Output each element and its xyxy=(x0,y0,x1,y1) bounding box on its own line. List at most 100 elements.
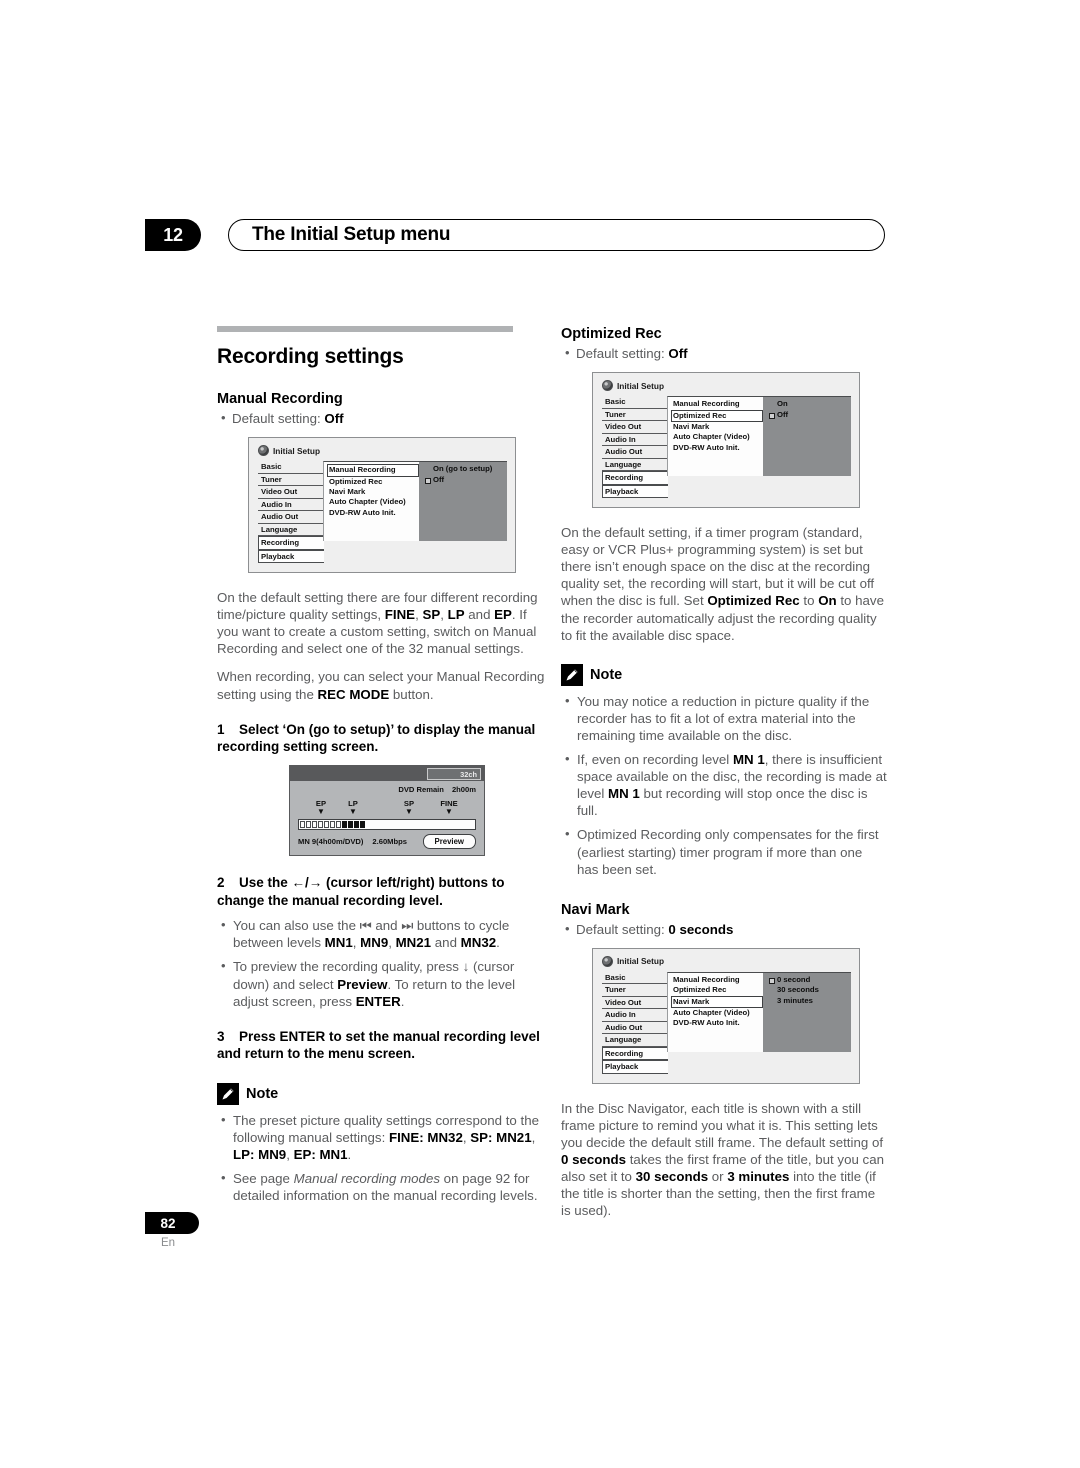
osd-screenshot-navi-mark: Initial Setup Basic Tuner Video Out Audi… xyxy=(592,947,860,1084)
disc-icon xyxy=(602,955,613,967)
note-header-right: Note xyxy=(561,663,887,686)
osd-option-30-seconds[interactable]: 30 seconds xyxy=(769,985,851,995)
scale-arrow-lp-icon: ▼ xyxy=(349,807,357,817)
osd-item-manual-recording[interactable]: Manual Recording xyxy=(671,975,763,985)
osd-category-video-out[interactable]: Video Out xyxy=(602,421,668,434)
bitrate-label: 2.60Mbps xyxy=(372,837,408,847)
section-rule xyxy=(217,326,513,332)
scale-arrow-sp-icon: ▼ xyxy=(405,807,413,817)
page-title: The Initial Setup menu xyxy=(252,224,451,245)
osd-category-language[interactable]: Language xyxy=(258,523,324,537)
note-right-item-2: If, even on recording level MN 1, there … xyxy=(561,750,887,819)
manual-level-label: MN 9(4h00m/DVD) xyxy=(298,837,364,847)
osd-category-language[interactable]: Language xyxy=(602,458,668,472)
osd-option-3-minutes[interactable]: 3 minutes xyxy=(769,996,851,1006)
osd-screenshot-manual-recording-level: 32ch DVD Remain 2h00m EP ▼ LP ▼ SP ▼ FINE… xyxy=(289,765,485,857)
disc-remain-label: DVD Remain xyxy=(398,785,444,795)
osd-item-navi-mark[interactable]: Navi Mark xyxy=(327,487,419,497)
level-segment xyxy=(324,821,329,829)
text-part: In the Disc Navigator, each title is sho… xyxy=(561,1100,884,1150)
osd-category-audio-out[interactable]: Audio Out xyxy=(602,446,668,459)
button-enter: ENTER xyxy=(355,993,401,1009)
right-column: Optimized Rec Default setting: Off Initi… xyxy=(561,326,887,1230)
osd-category-tuner[interactable]: Tuner xyxy=(602,984,668,997)
manual-page: 12 The Initial Setup menu Recording sett… xyxy=(0,0,1080,1468)
heading-manual-recording: Manual Recording xyxy=(217,391,343,407)
osd-option-off[interactable]: Off xyxy=(769,410,851,420)
osd-item-dvd-rw-auto-init[interactable]: DVD-RW Auto Init. xyxy=(671,1018,763,1028)
osd-category-video-out[interactable]: Video Out xyxy=(258,486,324,499)
osd-category-playback[interactable]: Playback xyxy=(602,1060,668,1074)
osd-title-row: Initial Setup xyxy=(258,445,507,457)
osd-category-language[interactable]: Language xyxy=(602,1034,668,1047)
osd-category-audio-in[interactable]: Audio In xyxy=(602,433,668,447)
pencil-icon xyxy=(217,1082,239,1105)
osd-item-dvd-rw-auto-init[interactable]: DVD-RW Auto Init. xyxy=(327,508,419,518)
value-30-seconds: 30 seconds xyxy=(635,1169,709,1185)
osd-item-navi-mark[interactable]: Navi Mark xyxy=(671,995,763,1008)
note-left-item-2: See page Manual recording modes on page … xyxy=(217,1169,550,1204)
osd-item-auto-chapter[interactable]: Auto Chapter (Video) xyxy=(327,497,419,507)
osd-item-optimized-rec[interactable]: Optimized Rec xyxy=(671,409,763,422)
text-part: and xyxy=(464,607,495,623)
osd-title-row: Initial Setup xyxy=(602,380,851,392)
preview-button[interactable]: Preview xyxy=(422,834,476,850)
osd-category-playback[interactable]: Playback xyxy=(602,484,668,499)
note-header-left: Note xyxy=(217,1082,550,1105)
osd-item-optimized-rec[interactable]: Optimized Rec xyxy=(671,985,763,995)
level-mn21: MN21 xyxy=(496,1129,532,1145)
osd-item-auto-chapter[interactable]: Auto Chapter (Video) xyxy=(671,1008,763,1018)
osd-category-audio-in[interactable]: Audio In xyxy=(258,498,324,512)
osd-item-auto-chapter[interactable]: Auto Chapter (Video) xyxy=(671,432,763,442)
language-code: En xyxy=(160,1237,176,1249)
osd-option-0-second[interactable]: 0 second xyxy=(769,975,851,985)
text-part: If, even on recording level xyxy=(577,752,733,768)
osd-category-recording[interactable]: Recording xyxy=(602,1046,668,1061)
osd-category-audio-out[interactable]: Audio Out xyxy=(258,511,324,524)
osd-category-video-out[interactable]: Video Out xyxy=(602,996,668,1010)
osd-category-basic[interactable]: Basic xyxy=(258,461,324,474)
osd-item-manual-recording[interactable]: Manual Recording xyxy=(327,464,419,477)
mode-fine: FINE xyxy=(384,607,416,623)
osd-category-recording[interactable]: Recording xyxy=(258,536,324,550)
recording-level-bar[interactable] xyxy=(298,819,476,831)
osd-option-on[interactable]: On xyxy=(769,399,851,409)
osd-item-list: Manual Recording Optimized Rec Navi Mark… xyxy=(323,461,419,542)
osd-category-tuner[interactable]: Tuner xyxy=(258,473,324,487)
level-segment xyxy=(300,821,305,829)
level-segment-filled xyxy=(342,821,347,829)
page-header: 12 The Initial Setup menu xyxy=(145,219,885,251)
note-right-item-3: Optimized Recording only compensates for… xyxy=(561,825,887,877)
osd-category-basic[interactable]: Basic xyxy=(602,396,668,409)
osd-item-navi-mark[interactable]: Navi Mark xyxy=(671,422,763,432)
osd-item-optimized-rec[interactable]: Optimized Rec xyxy=(327,477,419,487)
default-setting-label: Default setting: xyxy=(576,346,669,361)
osd-item-dvd-rw-auto-init[interactable]: DVD-RW Auto Init. xyxy=(671,443,763,453)
page-footer: 82 En xyxy=(145,1212,199,1249)
osd-category-recording[interactable]: Recording xyxy=(602,471,668,485)
osd-item-manual-recording[interactable]: Manual Recording xyxy=(671,399,763,409)
heading-navi-mark: Navi Mark xyxy=(561,901,630,918)
level-segment-filled xyxy=(360,821,365,829)
osd-category-audio-out[interactable]: Audio Out xyxy=(602,1021,668,1035)
osd-category-audio-in[interactable]: Audio In xyxy=(602,1009,668,1022)
level-mn1: MN1 xyxy=(319,1146,348,1162)
manual-recording-default-list: Default setting: Off xyxy=(217,409,550,427)
default-setting-value: Off xyxy=(324,411,344,426)
level-mn1: MN 1 xyxy=(608,786,640,802)
text-part: , xyxy=(286,1146,294,1162)
text-part: : xyxy=(250,1146,259,1162)
osd-category-tuner[interactable]: Tuner xyxy=(602,408,668,422)
navi-mark-default-list: Default setting: 0 seconds xyxy=(561,920,887,938)
osd-category-list: Basic Tuner Video Out Audio In Audio Out… xyxy=(602,971,668,1074)
osd-option-off[interactable]: Off xyxy=(425,475,507,485)
quality-scale-marks: EP ▼ LP ▼ SP ▼ FINE ▼ xyxy=(298,799,476,819)
text-part: . xyxy=(347,1146,352,1162)
osd-option-list: 0 second 30 seconds 3 minutes xyxy=(763,971,851,1052)
disc-remain-row: DVD Remain 2h00m xyxy=(298,785,476,794)
osd-category-basic[interactable]: Basic xyxy=(602,971,668,985)
osd-option-on-go-to-setup[interactable]: On (go to setup) xyxy=(425,464,507,474)
mode-sp: SP xyxy=(422,607,441,623)
osd-category-playback[interactable]: Playback xyxy=(258,549,324,564)
step-1-text: Select ‘On (go to setup)’ to display the… xyxy=(217,721,536,755)
